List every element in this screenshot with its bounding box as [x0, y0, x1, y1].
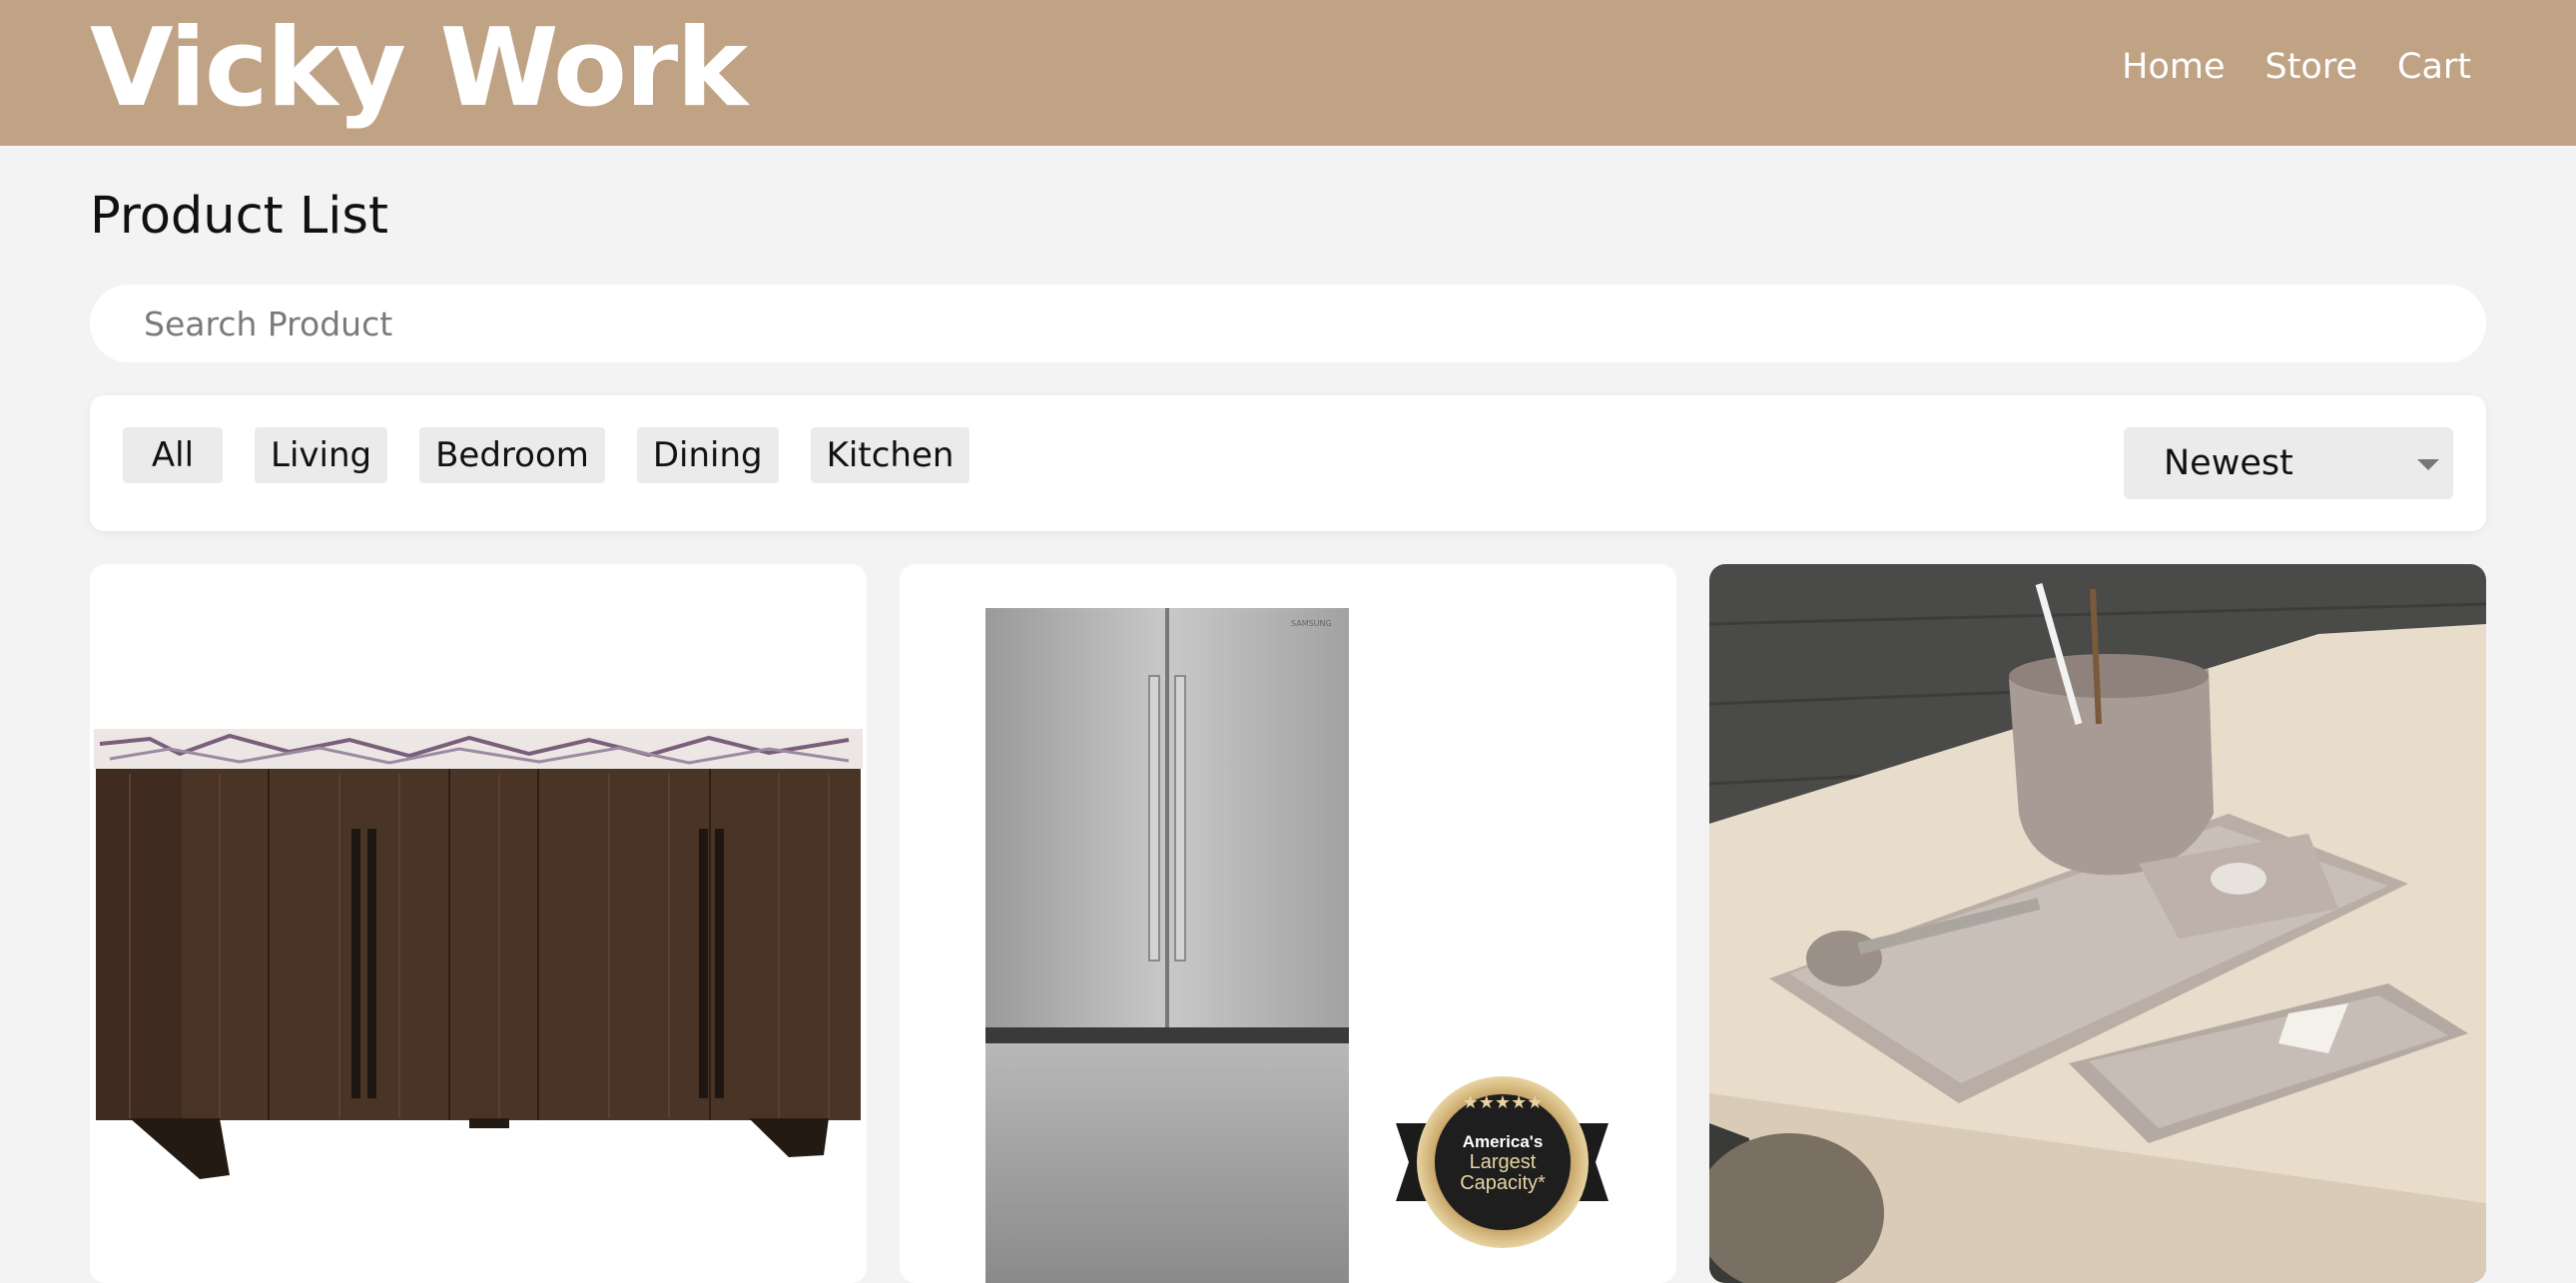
category-chip-kitchen[interactable]: Kitchen: [810, 427, 970, 483]
svg-text:★★★★★: ★★★★★: [1463, 1092, 1544, 1113]
nav-store-link[interactable]: Store: [2264, 42, 2357, 92]
badge-line-2: Largest: [1469, 1151, 1537, 1173]
badge-line-3: Capacity*: [1460, 1172, 1546, 1194]
category-chip-dining[interactable]: Dining: [636, 427, 779, 483]
main-nav: Home Store Cart: [2122, 42, 2471, 92]
brand-logo[interactable]: Vicky Work: [90, 4, 748, 134]
chevron-down-icon: [2417, 459, 2439, 470]
category-chip-bedroom[interactable]: Bedroom: [419, 427, 605, 483]
page-title: Product List: [90, 187, 389, 246]
category-chip-all[interactable]: All: [123, 427, 223, 483]
sort-select[interactable]: Newest: [2124, 427, 2453, 499]
product-card[interactable]: [90, 564, 867, 1283]
category-chip-living[interactable]: Living: [255, 427, 388, 483]
nav-home-link[interactable]: Home: [2122, 42, 2225, 92]
product-card[interactable]: SAMSUNG ★★★★★ America's Largest Capacity…: [900, 564, 1676, 1283]
capacity-badge: America's Largest Capacity*: [1439, 1131, 1567, 1194]
sideboard-image: [94, 729, 863, 1179]
site-header: Vicky Work Home Store Cart: [0, 0, 2576, 146]
search-input[interactable]: [142, 303, 2434, 344]
badge-line-1: America's: [1462, 1132, 1544, 1151]
filter-bar: All Living Bedroom Dining Kitchen Newest: [90, 395, 2486, 531]
search-bar: [90, 285, 2486, 362]
svg-text:SAMSUNG: SAMSUNG: [1291, 619, 1332, 628]
product-card[interactable]: [1709, 564, 2486, 1283]
sort-selected-value: Newest: [2164, 443, 2293, 483]
nav-cart-link[interactable]: Cart: [2397, 42, 2471, 92]
category-chips: All Living Bedroom Dining Kitchen: [123, 427, 970, 483]
desk-organizer-image: [1709, 564, 2486, 1283]
